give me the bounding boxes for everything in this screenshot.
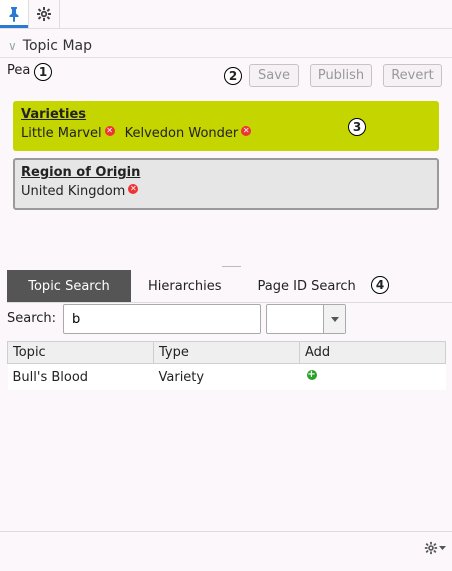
settings-button[interactable]	[29, 0, 60, 28]
table-row: Bull's Blood Variety +	[7, 363, 446, 390]
add-icon[interactable]: +	[306, 370, 317, 380]
splitter-handle[interactable]	[222, 266, 241, 267]
divider	[0, 57, 452, 58]
chevron-down-icon: ∨	[8, 39, 17, 53]
settings-menu-button[interactable]	[424, 541, 446, 555]
association-card-varieties: Varieties Little Marvel ✕ Kelvedon Wonde…	[13, 101, 439, 151]
panel-title: Topic Map	[22, 38, 93, 54]
save-button[interactable]: Save	[249, 64, 299, 87]
tab-page-id-search[interactable]: Page ID Search	[238, 270, 370, 302]
pin-icon	[9, 7, 19, 22]
divider	[7, 302, 452, 303]
column-header-add[interactable]: Add	[299, 341, 446, 364]
top-toolbar	[0, 0, 452, 29]
value-label[interactable]: Little Marvel	[21, 125, 102, 142]
tab-hierarchies[interactable]: Hierarchies	[131, 270, 238, 302]
topic-name: Pea	[7, 63, 31, 78]
callout-4: 4	[371, 276, 389, 294]
revert-button[interactable]: Revert	[383, 64, 442, 87]
result-type: Variety	[153, 363, 300, 390]
pin-button[interactable]	[0, 0, 29, 28]
search-input[interactable]	[63, 304, 261, 334]
callout-1: 1	[34, 63, 52, 81]
value-label[interactable]: Kelvedon Wonder	[125, 125, 239, 142]
association-value: Kelvedon Wonder ✕	[125, 125, 252, 142]
chevron-down-icon	[439, 546, 446, 550]
column-header-topic[interactable]: Topic	[7, 341, 154, 364]
association-title[interactable]: Varieties	[21, 107, 431, 123]
dropdown-arrow-icon[interactable]	[323, 305, 345, 333]
gear-icon	[424, 541, 438, 555]
association-card-region: Region of Origin United Kingdom ✕	[13, 158, 439, 210]
search-label: Search:	[7, 311, 57, 326]
add-cell: +	[299, 363, 446, 390]
tab-bar: Topic Search Hierarchies Page ID Search	[7, 270, 370, 302]
bottom-bar	[0, 531, 452, 571]
panel-header[interactable]: ∨ Topic Map	[8, 36, 92, 56]
association-value: United Kingdom ✕	[21, 183, 139, 200]
remove-icon[interactable]: ✕	[241, 125, 252, 136]
gear-icon	[37, 7, 51, 21]
value-label[interactable]: United Kingdom	[21, 183, 125, 200]
tab-topic-search[interactable]: Topic Search	[7, 270, 131, 302]
publish-button[interactable]: Publish	[310, 64, 372, 87]
callout-3: 3	[348, 118, 366, 136]
column-header-type[interactable]: Type	[153, 341, 300, 364]
remove-icon[interactable]: ✕	[128, 183, 139, 194]
callout-2: 2	[224, 67, 242, 85]
results-table: Topic Type Add Bull's Blood Variety +	[7, 341, 446, 390]
result-topic: Bull's Blood	[7, 363, 154, 390]
association-title[interactable]: Region of Origin	[21, 165, 431, 181]
remove-icon[interactable]: ✕	[104, 125, 115, 136]
association-value: Little Marvel ✕	[21, 125, 115, 142]
type-select[interactable]	[266, 304, 346, 334]
